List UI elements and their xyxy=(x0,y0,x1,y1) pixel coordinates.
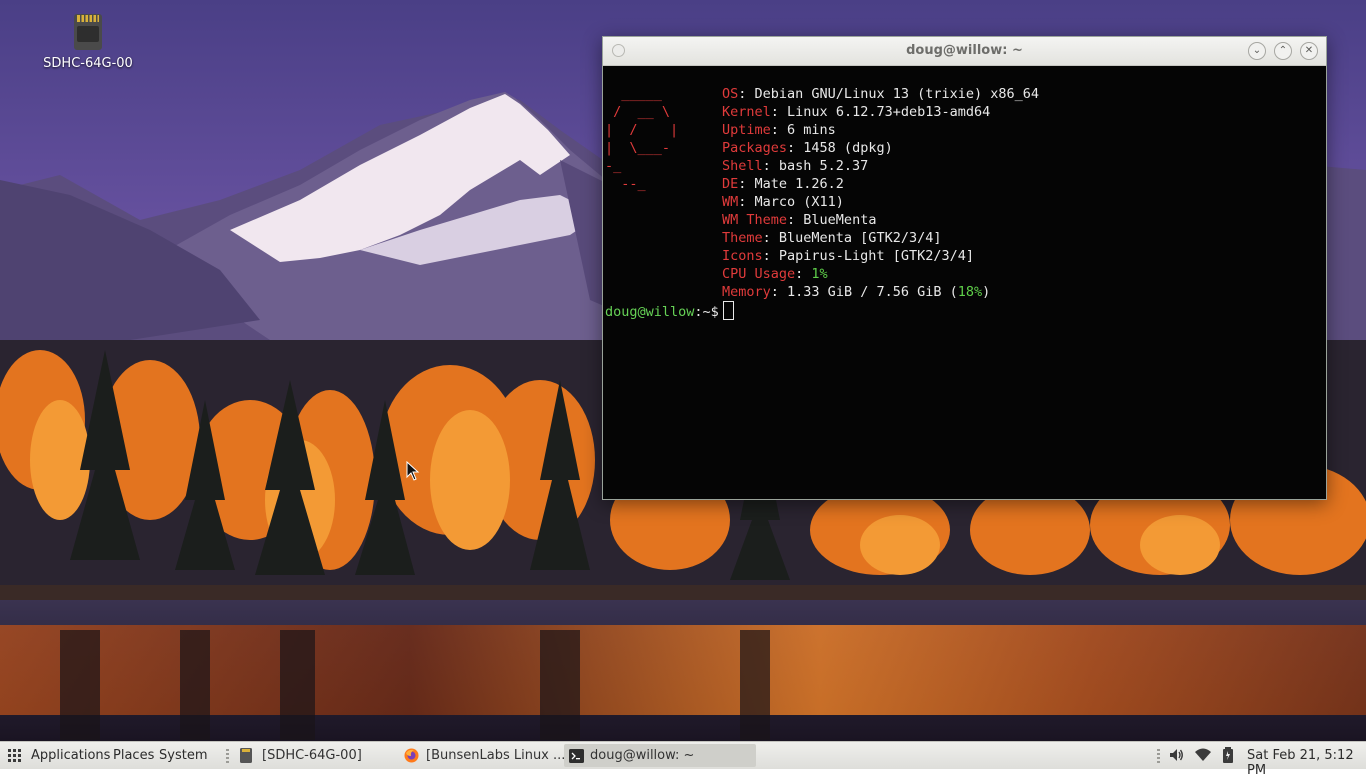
volume-icon[interactable] xyxy=(1168,747,1184,763)
shell-prompt[interactable]: doug@willow:~$ xyxy=(605,301,734,321)
places-menu[interactable]: Places xyxy=(113,748,154,763)
text-cursor xyxy=(722,301,734,320)
system-info: OS: Debian GNU/Linux 13 (trixie) x86_64 … xyxy=(722,86,1040,300)
window-title: doug@willow: ~ xyxy=(906,43,1023,58)
minimize-button[interactable]: ⌄ xyxy=(1248,42,1266,60)
desktop-icon-label: SDHC-64G-00 xyxy=(43,56,133,71)
panel-separator xyxy=(226,749,229,763)
wifi-icon[interactable] xyxy=(1195,747,1211,763)
desktop-icon-sdhc[interactable]: SDHC-64G-00 xyxy=(36,12,140,71)
terminal-icon xyxy=(569,748,584,767)
applications-menu[interactable]: Applications xyxy=(31,748,110,763)
taskbar-item-terminal[interactable]: doug@willow: ~ xyxy=(564,744,756,767)
taskbar-item-sdhc[interactable]: [SDHC-64G-00] xyxy=(236,744,422,767)
bottom-panel: Applications Places System [SDHC-64G-00]… xyxy=(0,741,1366,778)
sd-card-icon xyxy=(72,12,104,52)
close-button[interactable]: ✕ xyxy=(1300,42,1318,60)
mouse-pointer-icon xyxy=(406,460,420,485)
clock[interactable]: Sat Feb 21, 5:12 PM xyxy=(1247,748,1366,778)
system-menu[interactable]: System xyxy=(159,748,207,763)
firefox-icon xyxy=(404,748,419,767)
terminal-output[interactable]: _____ / __ \ | / | | \___- -_ --_ OS: De… xyxy=(603,66,1326,499)
app-grid-icon[interactable] xyxy=(8,749,22,767)
panel-separator xyxy=(1157,749,1160,763)
maximize-button[interactable]: ⌃ xyxy=(1274,42,1292,60)
sd-card-icon xyxy=(240,748,252,767)
terminal-window[interactable]: doug@willow: ~ ⌄ ⌃ ✕ _____ / __ \ | / | … xyxy=(602,36,1327,500)
debian-ascii-logo: _____ / __ \ | / | | \___- -_ --_ xyxy=(605,86,679,192)
taskbar-item-firefox[interactable]: [BunsenLabs Linux ... xyxy=(400,744,586,767)
battery-icon[interactable] xyxy=(1222,747,1234,763)
window-titlebar[interactable]: doug@willow: ~ ⌄ ⌃ ✕ xyxy=(603,37,1326,66)
